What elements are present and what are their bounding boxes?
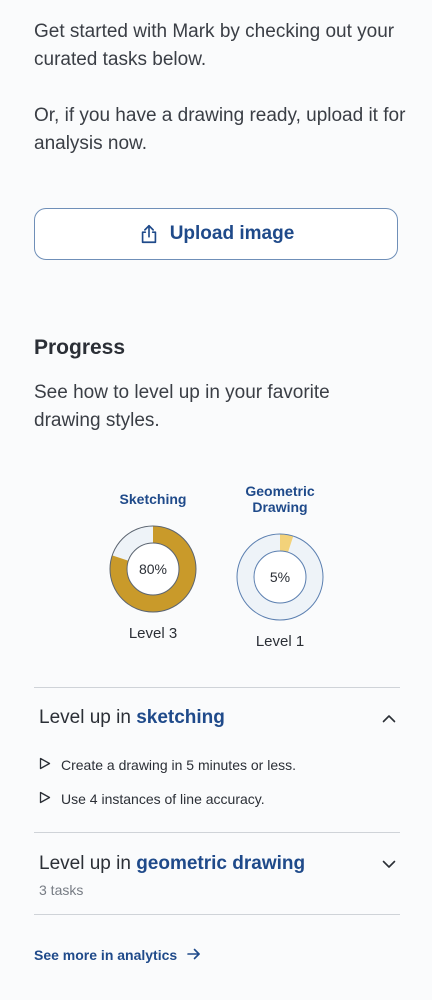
accordion-title: Level up in sketching xyxy=(39,707,225,729)
accordion-title-prefix: Level up in xyxy=(39,707,137,728)
percent-label: 80% xyxy=(128,544,178,594)
see-more-analytics-link[interactable]: See more in analytics xyxy=(34,947,201,963)
chevron-down-icon[interactable] xyxy=(379,854,399,874)
accordion-title-prefix: Level up in xyxy=(39,853,137,874)
chevron-up-icon[interactable] xyxy=(379,708,399,728)
intro-line-1: Get started with Mark by checking out yo… xyxy=(34,21,395,70)
upload-image-button[interactable]: Upload image xyxy=(34,208,398,260)
level-label: Level 3 xyxy=(128,625,178,642)
accordion-title: Level up in geometric drawing xyxy=(39,853,305,875)
percent-label: 5% xyxy=(255,552,305,602)
style-name: Geometric Drawing xyxy=(245,483,315,515)
play-outline-icon xyxy=(39,791,51,807)
accordion-title-highlight: sketching xyxy=(136,707,225,728)
style-name: Sketching xyxy=(119,491,187,507)
arrow-right-icon xyxy=(187,947,201,963)
task-text: Use 4 instances of line accuracy. xyxy=(61,791,265,807)
progress-heading: Progress xyxy=(34,336,126,359)
level-label: Level 1 xyxy=(255,633,305,650)
progress-ring: 80% xyxy=(109,525,197,613)
task-item[interactable]: Use 4 instances of line accuracy. xyxy=(39,791,265,807)
progress-description: See how to level up in your favorite dra… xyxy=(34,382,330,431)
accordion-title-highlight: geometric drawing xyxy=(136,853,306,874)
progress-card-geometric[interactable]: Geometric Drawing 5% Level 1 xyxy=(224,483,336,650)
upload-image-label: Upload image xyxy=(169,223,295,244)
accordion-header-sketching[interactable]: Level up in sketching xyxy=(39,707,399,729)
divider xyxy=(34,687,400,688)
upload-icon xyxy=(138,223,160,245)
see-more-label: See more in analytics xyxy=(34,947,178,963)
task-item[interactable]: Create a drawing in 5 minutes or less. xyxy=(39,757,296,773)
accordion-header-geometric[interactable]: Level up in geometric drawing xyxy=(39,853,399,875)
progress-card-sketching[interactable]: Sketching 80% Level 3 xyxy=(108,491,198,642)
divider xyxy=(34,914,400,915)
divider xyxy=(34,832,400,833)
progress-ring: 5% xyxy=(236,533,324,621)
task-text: Create a drawing in 5 minutes or less. xyxy=(61,757,296,773)
intro-line-2: Or, if you have a drawing ready, upload … xyxy=(34,105,406,154)
play-outline-icon xyxy=(39,757,51,773)
intro-text: Get started with Mark by checking out yo… xyxy=(34,18,414,186)
task-count: 3 tasks xyxy=(39,882,84,898)
